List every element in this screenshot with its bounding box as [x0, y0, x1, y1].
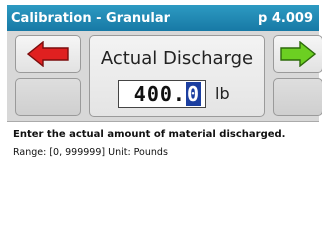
control-panel: Actual Discharge 400. 0 lb	[7, 31, 322, 121]
field-label: Actual Discharge	[100, 48, 254, 69]
value-digits: 400.	[133, 82, 186, 106]
right-soft-key[interactable]	[273, 78, 322, 116]
title-bar: Calibration - Granular p 4.009	[7, 5, 319, 31]
unit-label: lb	[215, 84, 230, 103]
help-description: Enter the actual amount of material disc…	[13, 129, 286, 140]
screen: Calibration - Granular p 4.009 Actual Di…	[0, 0, 322, 244]
previous-button[interactable]	[15, 35, 81, 73]
range-info: Range: [0, 999999] Unit: Pounds	[13, 147, 168, 158]
screen-title: Calibration - Granular	[11, 10, 171, 26]
left-arrow-icon	[27, 41, 69, 67]
discharge-input[interactable]: 400. 0	[118, 80, 206, 108]
value-cursor-digit: 0	[185, 82, 201, 106]
right-arrow-icon	[280, 41, 316, 67]
next-button[interactable]	[273, 35, 322, 73]
help-panel: Enter the actual amount of material disc…	[7, 121, 319, 241]
page-number: p 4.009	[258, 10, 313, 26]
value-editor: Actual Discharge 400. 0 lb	[89, 35, 265, 117]
left-soft-key[interactable]	[15, 78, 81, 116]
